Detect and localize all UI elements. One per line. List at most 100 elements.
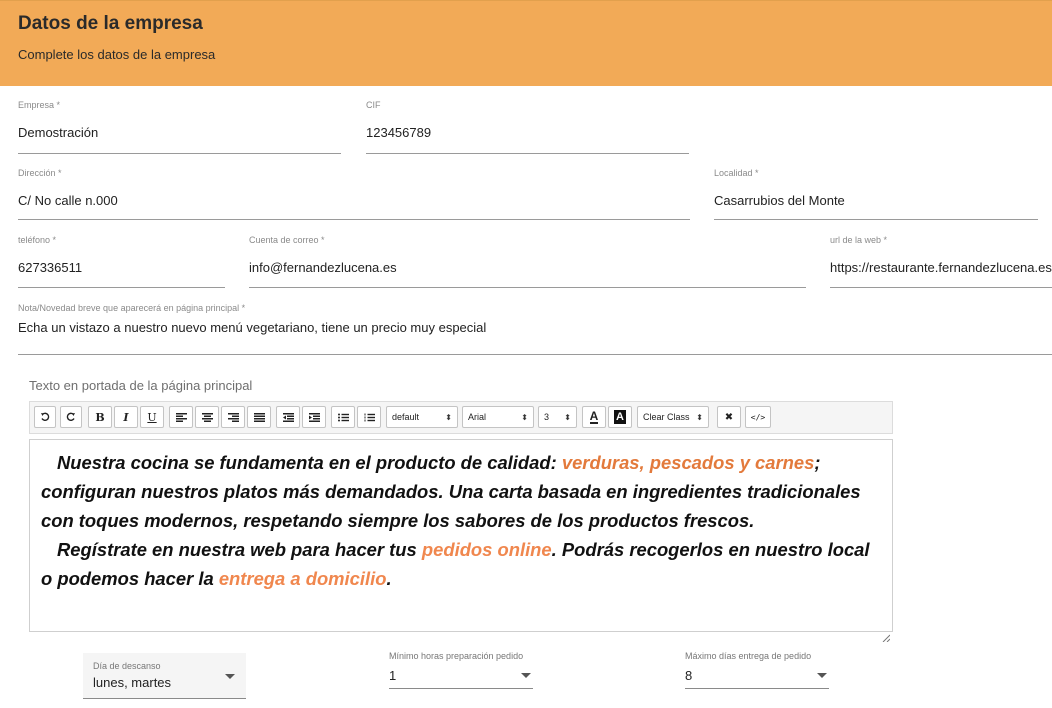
- bullet-list-icon: [337, 413, 349, 422]
- descanso-label: Día de descanso: [93, 661, 161, 671]
- align-center-icon: [201, 412, 213, 422]
- editor-text: Nuestra cocina se fundamenta en el produ…: [57, 452, 562, 473]
- telefono-input[interactable]: 627336511: [18, 260, 82, 275]
- code-view-button[interactable]: </>: [745, 406, 771, 428]
- direccion-field[interactable]: Dirección * C/ No calle n.000: [18, 168, 690, 221]
- dias-value: 8: [685, 668, 693, 683]
- updown-icon: ⬍: [696, 412, 703, 422]
- editor-highlight: entrega a domicilio: [218, 568, 387, 589]
- bold-button[interactable]: B: [88, 406, 112, 428]
- bullet-list-button[interactable]: [331, 406, 355, 428]
- clear-class-select[interactable]: Clear Class ⬍: [637, 406, 709, 428]
- align-center-button[interactable]: [195, 406, 219, 428]
- cif-underline: [366, 153, 689, 154]
- horas-value: 1: [389, 668, 397, 683]
- editor-highlight: pedidos online: [421, 539, 552, 560]
- correo-input[interactable]: info@fernandezlucena.es: [249, 260, 397, 275]
- editor-toolbar: B I U default ⬍ Arial ⬍ 3 ⬍ A A Clear Cl…: [29, 401, 893, 434]
- page-title: Datos de la empresa: [18, 13, 203, 34]
- code-icon: </>: [750, 412, 766, 422]
- align-left-icon: [175, 412, 187, 422]
- rich-text-editor[interactable]: Nuestra cocina se fundamenta en el produ…: [29, 439, 893, 643]
- underline-button[interactable]: U: [140, 406, 164, 428]
- editor-highlight: verduras, pescados y carnes: [561, 452, 815, 473]
- ordered-list-icon: [364, 413, 375, 422]
- url-underline: [830, 287, 1052, 288]
- align-right-icon: [227, 412, 239, 422]
- empresa-field[interactable]: Empresa * Demostración: [18, 100, 341, 155]
- nota-label: Nota/Novedad breve que aparecerá en pági…: [18, 303, 246, 313]
- descanso-underline: [83, 698, 246, 699]
- cif-label: CIF: [366, 100, 381, 110]
- italic-button[interactable]: I: [114, 406, 138, 428]
- editor-label: Texto en portada de la página principal: [29, 378, 253, 393]
- background-color-button[interactable]: A: [608, 406, 632, 428]
- justify-icon: [253, 412, 265, 422]
- localidad-field[interactable]: Localidad * Casarrubios del Monte: [714, 168, 1038, 221]
- empresa-underline: [18, 153, 341, 154]
- font-select-value: Arial: [468, 412, 487, 422]
- editor-paragraph: Nuestra cocina se fundamenta en el produ…: [41, 448, 881, 535]
- localidad-input[interactable]: Casarrubios del Monte: [714, 193, 845, 208]
- correo-label: Cuenta de correo *: [249, 235, 325, 245]
- horas-label: Mínimo horas preparación pedido: [389, 651, 524, 661]
- editor-paragraph: Regístrate en nuestra web para hacer tus…: [41, 535, 881, 593]
- outdent-icon: [282, 412, 294, 422]
- resize-handle-icon[interactable]: [882, 621, 891, 643]
- cif-input[interactable]: 123456789: [366, 125, 431, 140]
- direccion-label: Dirección *: [18, 168, 62, 178]
- correo-underline: [249, 287, 806, 288]
- dias-underline: [685, 688, 829, 689]
- url-label: url de la web *: [830, 235, 888, 245]
- url-input[interactable]: https://restaurante.fernandezlucena.es: [830, 260, 1052, 275]
- horas-underline: [389, 688, 533, 689]
- localidad-underline: [714, 219, 1038, 220]
- editor-text: Regístrate en nuestra web para hacer tus: [57, 539, 422, 560]
- dropdown-arrow-icon: [225, 674, 235, 679]
- correo-field[interactable]: Cuenta de correo * info@fernandezlucena.…: [249, 235, 806, 289]
- updown-icon: ⬍: [445, 412, 452, 422]
- dias-select[interactable]: Máximo días entrega de pedido 8: [685, 651, 829, 689]
- url-field[interactable]: url de la web * https://restaurante.fern…: [830, 235, 1052, 289]
- indent-button[interactable]: [302, 406, 326, 428]
- ordered-list-button[interactable]: [357, 406, 381, 428]
- localidad-label: Localidad *: [714, 168, 759, 178]
- dropdown-arrow-icon: [817, 673, 827, 678]
- redo-icon: [66, 412, 76, 422]
- updown-icon: ⬍: [521, 412, 528, 422]
- remove-format-icon: ✖: [724, 411, 734, 423]
- direccion-underline: [18, 219, 690, 220]
- page-subtitle: Complete los datos de la empresa: [18, 47, 216, 62]
- clear-class-value: Clear Class: [643, 412, 690, 422]
- horas-select[interactable]: Mínimo horas preparación pedido 1: [389, 651, 533, 689]
- style-select[interactable]: default ⬍: [386, 406, 458, 428]
- undo-button[interactable]: [34, 406, 56, 428]
- telefono-underline: [18, 287, 225, 288]
- editor-text: .: [386, 568, 392, 589]
- telefono-field[interactable]: teléfono * 627336511: [18, 235, 225, 289]
- background-color-icon: A: [614, 410, 626, 424]
- size-select-value: 3: [544, 412, 550, 422]
- dias-label: Máximo días entrega de pedido: [685, 651, 812, 661]
- cif-field[interactable]: CIF 123456789: [366, 100, 689, 155]
- align-left-button[interactable]: [169, 406, 193, 428]
- font-select[interactable]: Arial ⬍: [462, 406, 534, 428]
- font-color-icon: A: [589, 409, 599, 424]
- nota-underline: [18, 354, 1052, 355]
- undo-icon: [40, 412, 50, 422]
- outdent-button[interactable]: [276, 406, 300, 428]
- nota-input[interactable]: Echa un vistazo a nuestro nuevo menú veg…: [18, 320, 486, 335]
- redo-button[interactable]: [60, 406, 82, 428]
- justify-button[interactable]: [247, 406, 271, 428]
- indent-icon: [308, 412, 320, 422]
- align-right-button[interactable]: [221, 406, 245, 428]
- font-color-button[interactable]: A: [582, 406, 606, 428]
- direccion-input[interactable]: C/ No calle n.000: [18, 193, 118, 208]
- dropdown-arrow-icon: [521, 673, 531, 678]
- nota-field[interactable]: Nota/Novedad breve que aparecerá en pági…: [18, 303, 1052, 357]
- remove-format-button[interactable]: ✖: [717, 406, 741, 428]
- size-select[interactable]: 3 ⬍: [538, 406, 577, 428]
- telefono-label: teléfono *: [18, 235, 57, 245]
- empresa-input[interactable]: Demostración: [18, 125, 98, 140]
- descanso-select[interactable]: Día de descanso lunes, martes: [83, 653, 246, 699]
